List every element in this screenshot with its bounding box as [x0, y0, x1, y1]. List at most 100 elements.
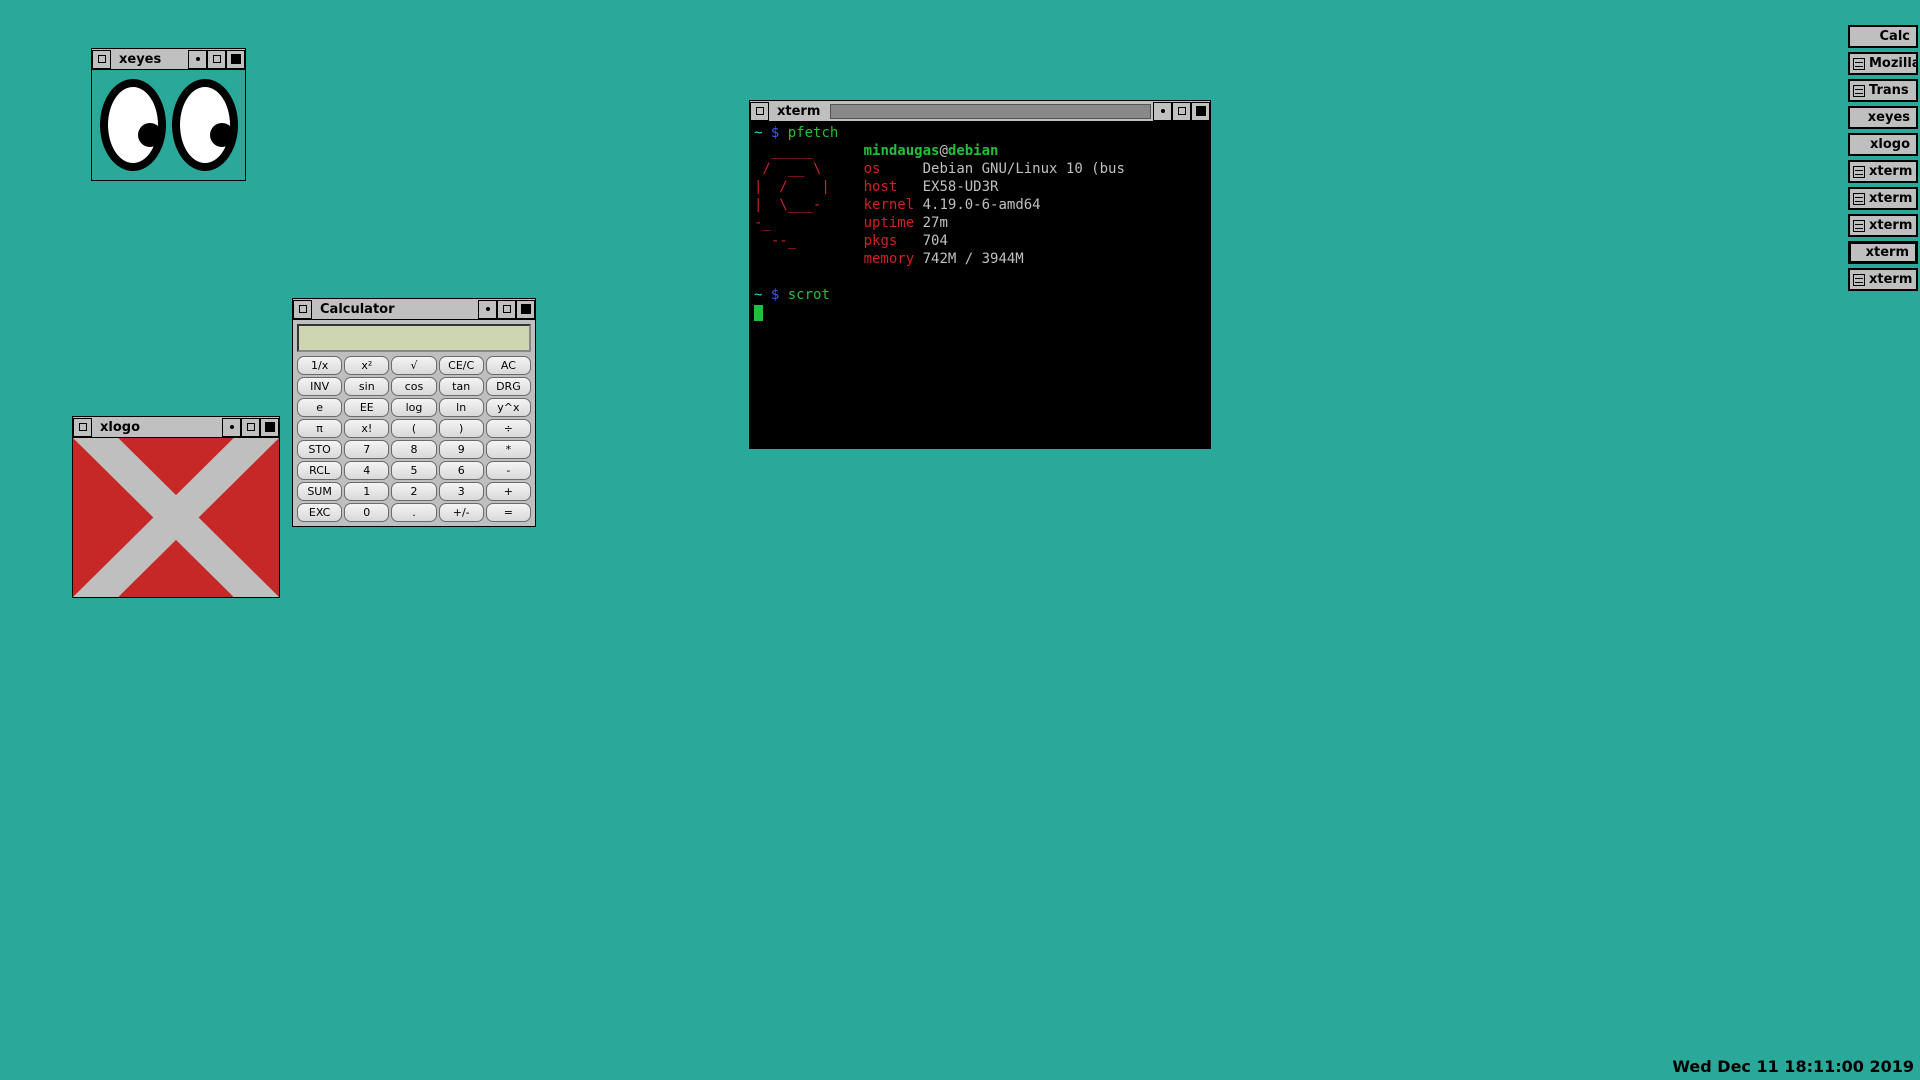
close-button[interactable]: [516, 300, 535, 319]
window-calculator[interactable]: Calculator 1/xx²√CE/CACINVsincostanDRGeE…: [292, 298, 536, 527]
close-button[interactable]: [260, 418, 279, 437]
calc-key[interactable]: 9: [439, 440, 484, 459]
calc-key[interactable]: CE/C: [439, 356, 484, 375]
iconify-button[interactable]: [222, 418, 241, 437]
calc-key[interactable]: 2: [391, 482, 436, 501]
close-icon: [1196, 106, 1206, 116]
calc-key[interactable]: (: [391, 419, 436, 438]
window-xlogo[interactable]: xlogo: [72, 416, 280, 598]
close-button[interactable]: [1191, 102, 1210, 121]
calc-key[interactable]: *: [486, 440, 531, 459]
task-entry[interactable]: Trans: [1848, 79, 1918, 102]
iconify-icon: [486, 307, 490, 311]
maximize-button[interactable]: [1172, 102, 1191, 121]
calc-key[interactable]: 8: [391, 440, 436, 459]
window-xterm[interactable]: xterm ~ $ pfetch _____ mindaugas@debian …: [749, 100, 1211, 449]
titlebar-xeyes[interactable]: xeyes: [92, 49, 245, 70]
window-menu-button[interactable]: [92, 50, 111, 69]
task-entry[interactable]: xterm: [1848, 160, 1918, 183]
calc-key[interactable]: 7: [344, 440, 389, 459]
task-entry[interactable]: xeyes: [1848, 106, 1918, 129]
calc-key[interactable]: log: [391, 398, 436, 417]
calc-key[interactable]: 1/x: [297, 356, 342, 375]
menu-icon: [79, 423, 87, 431]
window-menu-button[interactable]: [73, 418, 92, 437]
task-entry[interactable]: xterm: [1848, 268, 1918, 291]
calc-key[interactable]: -: [486, 461, 531, 480]
calc-key[interactable]: 3: [439, 482, 484, 501]
sysinfo-host: debian: [948, 143, 999, 159]
iconify-button[interactable]: [478, 300, 497, 319]
window-menu-button[interactable]: [750, 102, 769, 121]
calc-key[interactable]: e: [297, 398, 342, 417]
calc-key[interactable]: ): [439, 419, 484, 438]
calc-key[interactable]: RCL: [297, 461, 342, 480]
titlebar-xlogo[interactable]: xlogo: [73, 417, 279, 438]
calc-key[interactable]: π: [297, 419, 342, 438]
calc-key[interactable]: cos: [391, 377, 436, 396]
window-xeyes[interactable]: xeyes: [91, 48, 246, 181]
calc-key[interactable]: EXC: [297, 503, 342, 522]
calc-key[interactable]: y^x: [486, 398, 531, 417]
task-entry[interactable]: Mozilla: [1848, 52, 1918, 75]
task-entry[interactable]: Calc: [1848, 25, 1918, 48]
calc-key[interactable]: 4: [344, 461, 389, 480]
sysinfo-at: @: [939, 143, 947, 159]
x-logo-icon: [73, 438, 279, 597]
close-button[interactable]: [226, 50, 245, 69]
task-label: Mozilla: [1869, 56, 1918, 71]
close-icon: [231, 54, 241, 64]
titlebar-drag-area[interactable]: [169, 49, 188, 69]
titlebar-xterm[interactable]: xterm: [750, 101, 1210, 122]
calc-key[interactable]: sin: [344, 377, 389, 396]
calc-key[interactable]: SUM: [297, 482, 342, 501]
calc-key[interactable]: .: [391, 503, 436, 522]
titlebar-drag-area[interactable]: [830, 104, 1151, 119]
prompt-symbol: $: [771, 287, 779, 303]
calc-key[interactable]: =: [486, 503, 531, 522]
calc-key[interactable]: INV: [297, 377, 342, 396]
prompt-symbol: $: [771, 125, 779, 141]
calc-key[interactable]: ÷: [486, 419, 531, 438]
terminal-command: pfetch: [788, 125, 839, 141]
desktop-clock: Wed Dec 11 18:11:00 2019: [1672, 1057, 1914, 1076]
window-menu-button[interactable]: [293, 300, 312, 319]
calc-key[interactable]: x²: [344, 356, 389, 375]
iconify-icon: [1161, 109, 1165, 113]
calc-key[interactable]: x!: [344, 419, 389, 438]
calc-key[interactable]: +: [486, 482, 531, 501]
task-entry[interactable]: xterm: [1848, 214, 1918, 237]
calc-key[interactable]: AC: [486, 356, 531, 375]
maximize-button[interactable]: [241, 418, 260, 437]
eye-left-icon: [100, 79, 166, 171]
calculator-body: 1/xx²√CE/CAC INVsincostanDRG eEEloglny^x πx…: [293, 320, 535, 526]
calc-key[interactable]: EE: [344, 398, 389, 417]
task-entry[interactable]: xterm: [1848, 241, 1918, 264]
task-label: xlogo: [1870, 137, 1910, 152]
titlebar-drag-area[interactable]: [403, 299, 478, 319]
calc-key[interactable]: +/-: [439, 503, 484, 522]
calc-key[interactable]: 1: [344, 482, 389, 501]
calc-key[interactable]: 6: [439, 461, 484, 480]
iconify-icon: [196, 57, 200, 61]
iconify-button[interactable]: [1153, 102, 1172, 121]
task-label: xterm: [1869, 191, 1912, 206]
titlebar-calculator[interactable]: Calculator: [293, 299, 535, 320]
iconify-button[interactable]: [188, 50, 207, 69]
maximize-button[interactable]: [497, 300, 516, 319]
calc-key[interactable]: DRG: [486, 377, 531, 396]
prompt-path: ~: [754, 125, 762, 141]
maximize-button[interactable]: [207, 50, 226, 69]
titlebar-drag-area[interactable]: [148, 417, 222, 437]
task-entry[interactable]: xterm: [1848, 187, 1918, 210]
terminal[interactable]: ~ $ pfetch _____ mindaugas@debian / __ \…: [750, 122, 1210, 448]
xeyes-canvas: [92, 70, 245, 180]
calc-key[interactable]: STO: [297, 440, 342, 459]
task-entry[interactable]: xlogo: [1848, 133, 1918, 156]
calc-key[interactable]: 5: [391, 461, 436, 480]
calc-key[interactable]: ln: [439, 398, 484, 417]
calc-key[interactable]: 0: [344, 503, 389, 522]
ascii-art-line: | \___-: [754, 197, 838, 213]
calc-key[interactable]: √: [391, 356, 436, 375]
calc-key[interactable]: tan: [439, 377, 484, 396]
